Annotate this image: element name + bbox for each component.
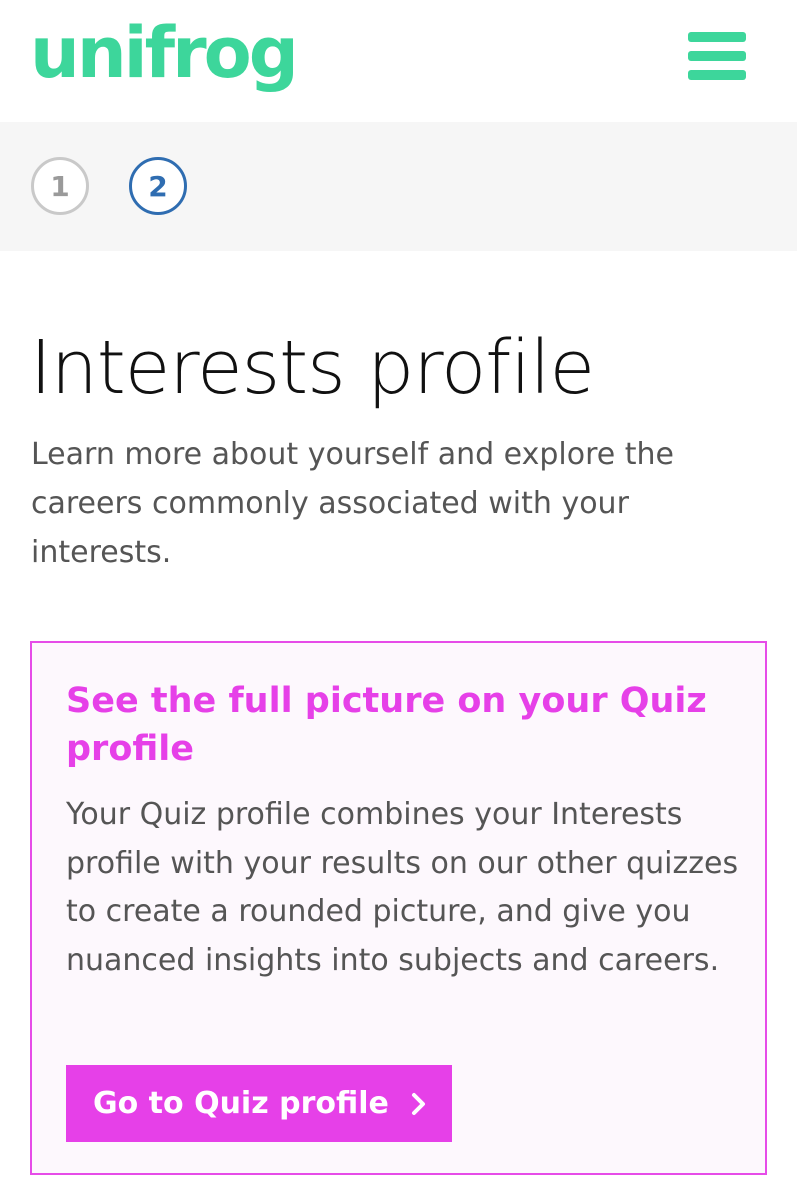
- hamburger-menu-icon[interactable]: [688, 32, 746, 80]
- page-intro: Learn more about yourself and explore th…: [31, 437, 674, 570]
- go-to-quiz-profile-button[interactable]: Go to Quiz profile: [66, 1065, 452, 1142]
- menu-bar-bottom: [688, 70, 746, 80]
- menu-bar-middle: [688, 51, 746, 61]
- page-title: Interests profile: [30, 325, 595, 411]
- quiz-profile-promo: See the full picture on your Quiz profil…: [30, 641, 767, 1175]
- button-label: Go to Quiz profile: [93, 1086, 389, 1121]
- unifrog-logo[interactable]: unifrog: [30, 8, 299, 98]
- chevron-right-icon: [411, 1092, 425, 1115]
- menu-bar-top: [688, 32, 746, 42]
- step-2-current[interactable]: 2: [129, 157, 187, 215]
- promo-title: See the full picture on your Quiz profil…: [66, 681, 707, 769]
- site-header: unifrog: [0, 0, 797, 122]
- step-1[interactable]: 1: [31, 157, 89, 215]
- step-indicator: 1 2: [0, 122, 797, 251]
- promo-text: Your Quiz profile combines your Interest…: [66, 797, 739, 978]
